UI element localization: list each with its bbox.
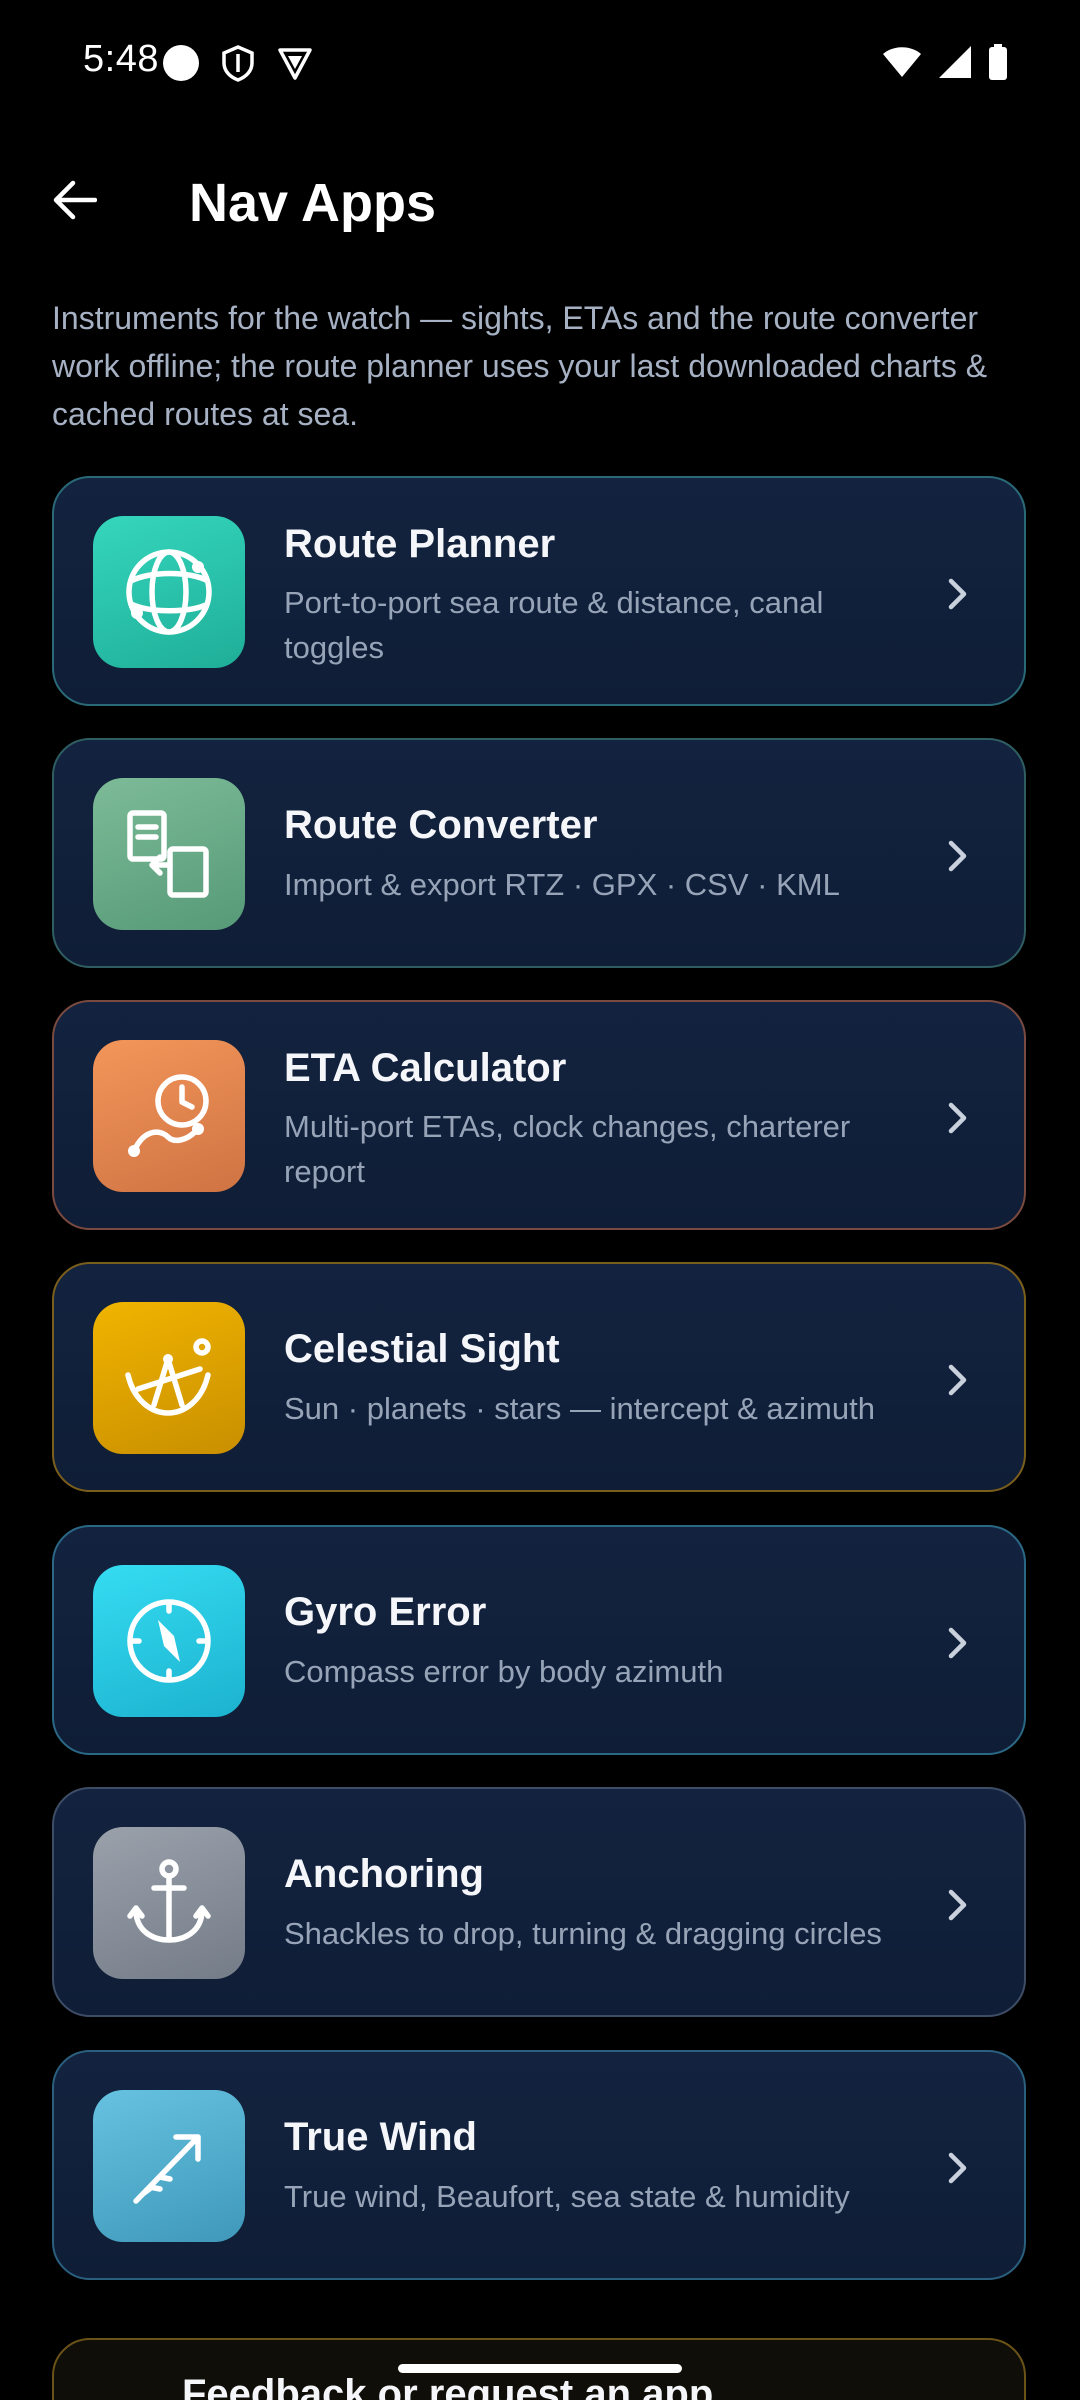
page-title: Nav Apps: [189, 173, 437, 233]
wind-arrow-icon: [133, 2134, 201, 2204]
feedback-label: Feedback or request an app: [182, 2372, 714, 2400]
signal-icon: [939, 46, 971, 78]
chevron-right-icon: [948, 1889, 967, 1921]
wifi-icon: [883, 47, 921, 77]
app-card-subtitle: True wind, Beaufort, sea state & humidit…: [284, 2179, 850, 2214]
app-card-title: ETA Calculator: [284, 1046, 567, 1090]
app-icon-tile: [93, 1827, 245, 1979]
app-icon-tile: [93, 1302, 245, 1454]
chevron-right-icon: [948, 1102, 967, 1134]
app-card-anchoring[interactable]: Anchoring Shackles to drop, turning & dr…: [52, 1787, 1026, 2017]
sextant-icon: [125, 1338, 211, 1416]
arrow-left-icon: [53, 180, 97, 220]
app-icon-tile: [93, 778, 245, 930]
app-card-eta-calculator[interactable]: ETA Calculator Multi-port ETAs, clock ch…: [52, 1000, 1026, 1230]
app-card-subtitle: Multi-port ETAs, clock changes, chartere…: [284, 1109, 851, 1189]
battery-icon: [989, 44, 1007, 80]
app-icon-tile: [93, 1565, 245, 1717]
intro-text: Instruments for the watch — sights, ETAs…: [52, 300, 988, 432]
status-notification-icons: [162, 44, 314, 82]
app-card-gyro-error[interactable]: Gyro Error Compass error by body azimuth: [52, 1525, 1026, 1755]
back-button[interactable]: [40, 170, 108, 230]
app-card-subtitle: Compass error by body azimuth: [284, 1654, 724, 1689]
shield-icon: [222, 45, 254, 82]
app-icon-tile: [93, 2090, 245, 2242]
app-card-title: Celestial Sight: [284, 1327, 560, 1371]
chevron-right-icon: [948, 2152, 967, 2184]
status-system-icons: [882, 44, 1008, 80]
app-card-title: Route Planner: [284, 522, 556, 566]
screen: 5:48 Nav Apps Instruments for the watch …: [0, 0, 1080, 2400]
app-card-title: Gyro Error: [284, 1590, 487, 1634]
dot-indicator-icon: [163, 45, 199, 81]
chevron-right-icon: [948, 840, 967, 872]
chevron-right-icon: [948, 1364, 967, 1396]
file-convert-icon: [127, 810, 209, 898]
anchor-icon: [127, 1859, 211, 1943]
compass-icon: [127, 1599, 211, 1683]
app-card-subtitle: Import & export RTZ · GPX · CSV · KML: [284, 867, 840, 902]
app-card-subtitle: Sun · planets · stars — intercept & azim…: [284, 1391, 875, 1426]
app-card-subtitle: Port-to-port sea route & distance, canal…: [284, 585, 824, 665]
app-card-celestial-sight[interactable]: Celestial Sight Sun · planets · stars — …: [52, 1262, 1026, 1492]
status-time: 5:48: [83, 38, 159, 80]
clock-route-icon: [128, 1074, 209, 1157]
app-card-title: Route Converter: [284, 803, 598, 847]
app-card-route-converter[interactable]: Route Converter Import & export RTZ · GP…: [52, 738, 1026, 968]
vpn-badge-icon: [278, 48, 312, 80]
chevron-right-icon: [948, 1627, 967, 1659]
home-indicator[interactable]: [398, 2364, 682, 2373]
app-card-title: Anchoring: [284, 1852, 484, 1896]
status-bar: 5:48: [0, 0, 1080, 128]
app-card-title: True Wind: [284, 2115, 477, 2159]
app-icon-tile: [93, 1040, 245, 1192]
app-bar: Nav Apps: [0, 150, 1080, 250]
chevron-right-icon: [948, 578, 967, 610]
app-card-true-wind[interactable]: True Wind True wind, Beaufort, sea state…: [52, 2050, 1026, 2280]
app-icon-tile: [93, 516, 245, 668]
globe-icon: [126, 549, 212, 635]
app-card-subtitle: Shackles to drop, turning & dragging cir…: [284, 1916, 882, 1951]
app-card-route-planner[interactable]: Route Planner Port-to-port sea route & d…: [52, 476, 1026, 706]
